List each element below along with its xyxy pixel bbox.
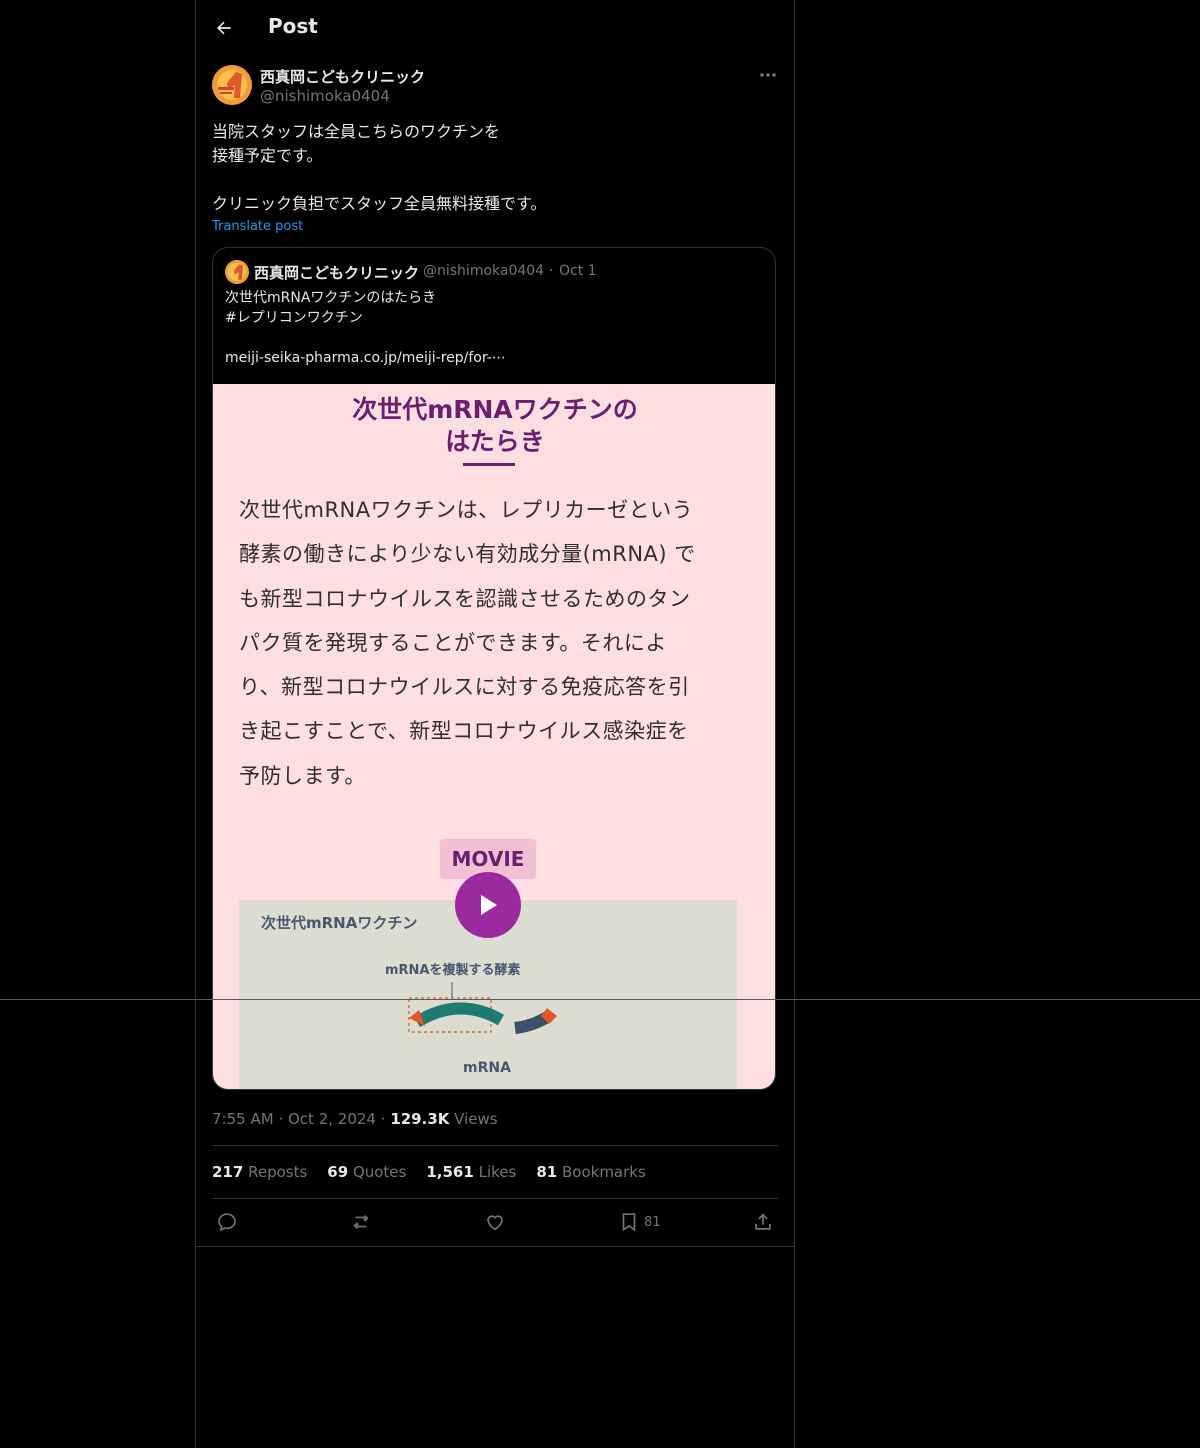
- media-body-line: も新型コロナウイルスを認識させるためのタン: [239, 586, 691, 611]
- more-icon: [760, 73, 776, 77]
- media-title-line: はたらき: [445, 427, 545, 456]
- author-handle[interactable]: @nishimoka0404: [260, 87, 390, 105]
- share-button[interactable]: [752, 1208, 774, 1236]
- like-button[interactable]: [484, 1208, 506, 1236]
- views-count: 129.3K: [390, 1110, 450, 1128]
- bookmark-count: 81: [644, 1214, 661, 1230]
- clinic-logo-icon: [225, 260, 249, 284]
- quoted-link[interactable]: meiji-seika-pharma.co.jp/meiji-rep/for-⋯: [225, 348, 765, 368]
- quotes-count: 69: [327, 1163, 349, 1181]
- reply-icon: [218, 1213, 236, 1232]
- media-title: 次世代mRNAワクチンの はたらき: [213, 394, 775, 458]
- more-button[interactable]: [754, 64, 782, 86]
- post-text: 当院スタッフは全員こちらのワクチンを 接種予定です。 クリニック負担でスタッフ全…: [212, 120, 772, 216]
- bookmark-icon: [622, 1213, 636, 1232]
- quoted-post[interactable]: 西真岡こどもクリニック @nishimoka0404 · Oct 1 次世代mR…: [212, 247, 776, 1090]
- back-button[interactable]: [210, 14, 238, 42]
- separator-dot: ·: [549, 263, 554, 279]
- media-body-line: り、新型コロナウイルスに対する免疫応答を引: [239, 675, 690, 700]
- post-column: Post 西真岡こどもクリニック @nishimoka0404 当院スタッフは全…: [195, 0, 795, 1448]
- post-meta: 7:55 AM · Oct 2, 2024 · 129.3K Views: [212, 1110, 498, 1128]
- media-body-line: 酵素の働きにより少ない有効成分量(mRNA) で: [239, 542, 696, 567]
- post-date[interactable]: Oct 2, 2024: [288, 1110, 376, 1128]
- share-icon: [755, 1213, 771, 1230]
- title-underline: [463, 463, 515, 466]
- reposts-stat[interactable]: 217 Reposts: [212, 1163, 307, 1181]
- engagement-stats: 217 Reposts 69 Quotes 1,561 Likes 81 Boo…: [212, 1163, 646, 1181]
- media-body-line: き起こすことで、新型コロナウイルス感染症を: [239, 719, 689, 744]
- quoted-author-handle: @nishimoka0404: [423, 263, 545, 279]
- avatar[interactable]: [212, 65, 252, 105]
- quoted-date: Oct 1: [559, 263, 597, 279]
- quoted-line: [225, 328, 765, 348]
- reply-button[interactable]: [216, 1208, 238, 1236]
- quoted-media-image[interactable]: 次世代mRNAワクチンの はたらき 次世代mRNAワクチンは、レプリカーゼという…: [213, 384, 775, 1089]
- bookmarks-stat[interactable]: 81 Bookmarks: [536, 1163, 645, 1181]
- media-body-line: 次世代mRNAワクチンは、レプリカーゼという: [239, 498, 694, 522]
- page-title: Post: [268, 14, 318, 38]
- post-line: 接種予定です。: [212, 146, 323, 165]
- quoted-avatar[interactable]: [225, 260, 249, 284]
- quoted-text: 次世代mRNAワクチンのはたらき #レプリコンワクチン meiji-seika-…: [225, 288, 765, 368]
- video-title: 次世代mRNAワクチン: [261, 914, 418, 932]
- bookmark-button[interactable]: 81: [618, 1208, 661, 1236]
- play-button[interactable]: [455, 872, 521, 938]
- quoted-line: #レプリコンワクチン: [225, 310, 363, 326]
- likes-label: Likes: [478, 1163, 517, 1181]
- like-icon: [487, 1215, 503, 1231]
- bookmarks-label: Bookmarks: [561, 1163, 646, 1181]
- divider: [196, 1246, 794, 1247]
- quotes-stat[interactable]: 69 Quotes: [327, 1163, 406, 1181]
- media-body: 次世代mRNAワクチンは、レプリカーゼという 酵素の働きにより少ない有効成分量(…: [239, 488, 759, 798]
- media-body-line: パク質を発現することができます。それによ: [239, 630, 667, 655]
- translate-post-link[interactable]: Translate post: [212, 219, 303, 234]
- quotes-label: Quotes: [352, 1163, 407, 1181]
- post-line: [212, 168, 772, 192]
- separator-dot: ·: [278, 1110, 284, 1128]
- likes-stat[interactable]: 1,561 Likes: [426, 1163, 516, 1181]
- guide-line: [0, 999, 1200, 1000]
- post-line: クリニック負担でスタッフ全員無料接種です。: [212, 194, 547, 213]
- media-body-line: 予防します。: [239, 763, 366, 788]
- author-name[interactable]: 西真岡こどもクリニック: [260, 66, 425, 87]
- bookmarks-count: 81: [536, 1163, 558, 1181]
- video-partial-label: mRNA: [463, 1060, 511, 1076]
- video-label: mRNAを複製する酵素: [385, 963, 521, 978]
- action-bar: 81: [196, 1208, 794, 1238]
- post-line: 当院スタッフは全員こちらのワクチンを: [212, 122, 501, 141]
- clinic-logo-icon: [212, 65, 252, 105]
- likes-count: 1,561: [426, 1163, 474, 1181]
- post-time[interactable]: 7:55 AM: [212, 1110, 274, 1128]
- play-icon: [481, 895, 497, 915]
- back-arrow-icon: [217, 21, 231, 35]
- quoted-author-name: 西真岡こどもクリニック: [254, 264, 420, 282]
- divider: [212, 1198, 778, 1199]
- views-label: Views: [454, 1110, 498, 1128]
- header: Post: [196, 0, 794, 56]
- repost-button[interactable]: [350, 1208, 372, 1236]
- media-title-line: 次世代mRNAワクチンの: [352, 395, 638, 424]
- separator-dot: ·: [380, 1110, 386, 1128]
- divider: [212, 1145, 778, 1146]
- reposts-count: 217: [212, 1163, 244, 1181]
- quoted-line: 次世代mRNAワクチンのはたらき: [225, 290, 437, 306]
- reposts-label: Reposts: [248, 1163, 308, 1181]
- repost-icon: [353, 1214, 369, 1230]
